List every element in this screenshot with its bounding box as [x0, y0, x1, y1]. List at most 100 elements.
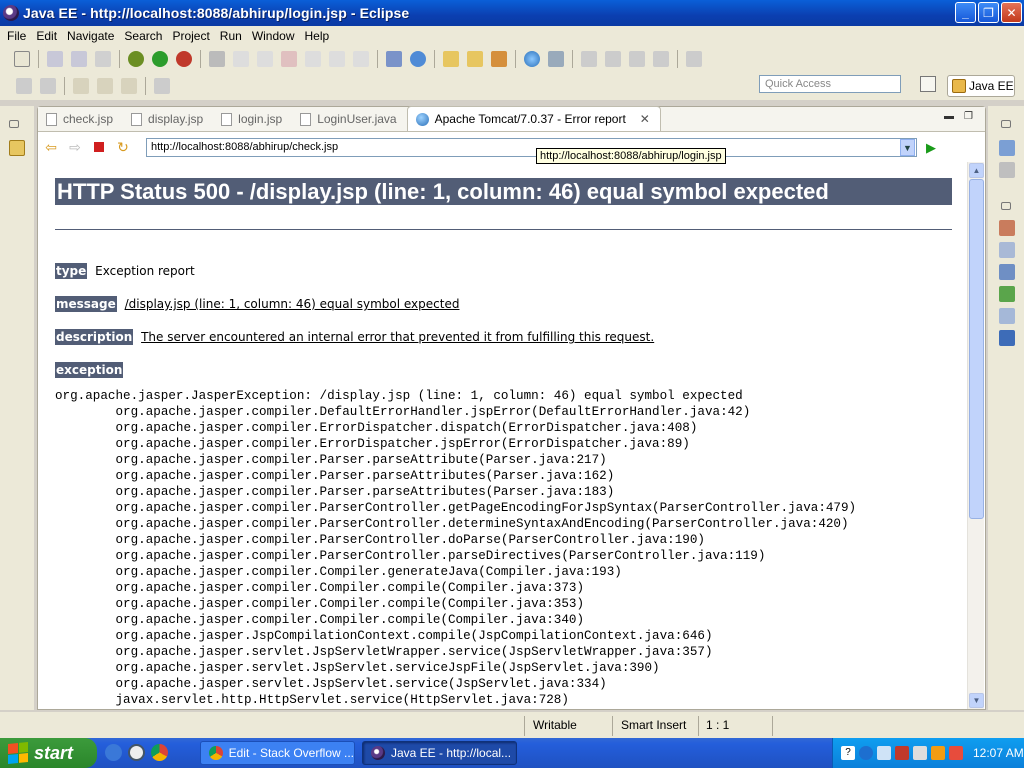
search-icon[interactable]	[548, 50, 564, 67]
chrome-icon[interactable]	[151, 744, 168, 761]
message-value: /display.jsp (line: 1, column: 46) equal…	[124, 297, 460, 311]
media-player-icon[interactable]	[128, 744, 145, 761]
task-list-icon[interactable]	[999, 162, 1015, 178]
help-icon[interactable]: ?	[841, 746, 855, 760]
menu-help[interactable]: Help	[300, 29, 335, 43]
start-button[interactable]: start	[0, 738, 97, 768]
forward-arrow-icon[interactable]: ⇨	[67, 139, 83, 155]
new-class-icon[interactable]	[410, 50, 426, 67]
open-type-icon[interactable]	[467, 50, 483, 67]
menu-file[interactable]: File	[2, 29, 31, 43]
outline-icon[interactable]	[999, 140, 1015, 156]
resume-icon[interactable]	[233, 50, 249, 67]
toolbar-separator	[515, 49, 516, 68]
tab-loginuser-java[interactable]: LoginUser.java	[292, 107, 406, 131]
tab-check-jsp[interactable]: check.jsp	[38, 107, 123, 131]
vertical-scrollbar[interactable]: ▲ ▼	[967, 162, 984, 709]
volume-icon[interactable]	[913, 746, 927, 760]
terminate-icon[interactable]	[281, 50, 297, 67]
run-icon[interactable]	[152, 50, 168, 67]
step-return-icon[interactable]	[353, 50, 369, 67]
open-folder-icon[interactable]	[443, 50, 459, 67]
explorer-icon[interactable]	[105, 744, 122, 761]
data-source-icon[interactable]	[999, 286, 1015, 302]
tray-expand-icon[interactable]	[859, 746, 873, 760]
menu-window[interactable]: Window	[247, 29, 300, 43]
save-all-icon[interactable]	[71, 50, 87, 67]
task-stack-overflow[interactable]: Edit - Stack Overflow ...	[200, 741, 355, 765]
scroll-down-icon[interactable]: ▼	[969, 693, 984, 708]
markers-icon[interactable]	[999, 220, 1015, 236]
minimize-view-icon[interactable]: ▬	[944, 111, 954, 122]
project-explorer-icon[interactable]	[9, 140, 25, 156]
console-icon[interactable]	[999, 330, 1015, 346]
next-edit-icon[interactable]	[40, 78, 56, 94]
skip-breakpoints-icon[interactable]	[209, 50, 225, 67]
left-trim-stack	[0, 106, 34, 710]
forward-icon[interactable]	[653, 50, 669, 67]
window-title-bar[interactable]: Java EE - http://localhost:8088/abhirup/…	[0, 0, 1024, 26]
menu-edit[interactable]: Edit	[31, 29, 62, 43]
suspend-icon[interactable]	[257, 50, 273, 67]
scroll-up-icon[interactable]: ▲	[969, 163, 984, 178]
servers-icon[interactable]	[999, 264, 1015, 280]
update-icon[interactable]	[949, 746, 963, 760]
external-tools-icon[interactable]	[176, 50, 192, 67]
menu-search[interactable]: Search	[119, 29, 167, 43]
web-browser-icon	[415, 112, 429, 126]
globe-icon[interactable]	[524, 50, 540, 67]
quick-access-input[interactable]: Quick Access	[759, 75, 901, 93]
minimize-button[interactable]: _	[955, 2, 976, 23]
toolbar-separator	[572, 49, 573, 68]
open-perspective-icon[interactable]	[920, 76, 936, 92]
restore-icon[interactable]	[9, 120, 19, 128]
menu-navigate[interactable]: Navigate	[62, 29, 119, 43]
security-icon[interactable]	[895, 746, 909, 760]
last-edit-icon[interactable]	[16, 78, 32, 94]
close-tab-icon[interactable]: ✕	[640, 112, 650, 126]
tab-login-jsp[interactable]: login.jsp	[213, 107, 292, 131]
save-icon[interactable]	[47, 50, 63, 67]
pin-icon[interactable]	[686, 50, 702, 67]
nav-next-icon[interactable]	[121, 78, 137, 94]
url-input[interactable]: http://localhost:8088/abhirup/check.jsp	[146, 138, 917, 157]
toolbar-separator	[677, 49, 678, 68]
print-icon[interactable]	[95, 50, 111, 67]
pin-editor-icon[interactable]	[154, 78, 170, 94]
menu-project[interactable]: Project	[167, 29, 214, 43]
stop-icon[interactable]	[91, 139, 107, 155]
debug-icon[interactable]	[128, 50, 144, 67]
scroll-thumb[interactable]	[969, 179, 984, 519]
back-arrow-icon[interactable]: ⇦	[43, 139, 59, 155]
tab-label: display.jsp	[148, 112, 204, 126]
next-annotation-icon[interactable]	[605, 50, 621, 67]
new-server-icon[interactable]	[386, 50, 402, 67]
go-icon[interactable]: ▶	[926, 140, 936, 156]
close-button[interactable]: ✕	[1001, 2, 1022, 23]
tab-error-report[interactable]: Apache Tomcat/7.0.37 - Error report ✕	[406, 106, 661, 131]
maximize-view-icon[interactable]: ❐	[964, 111, 973, 122]
menu-run[interactable]: Run	[215, 29, 247, 43]
tab-display-jsp[interactable]: display.jsp	[123, 107, 213, 131]
snippets-icon[interactable]	[999, 308, 1015, 324]
maximize-button[interactable]: ❐	[978, 2, 999, 23]
windows-logo-icon	[8, 741, 28, 765]
restore-icon[interactable]	[1001, 120, 1011, 128]
url-history-dropdown[interactable]: ▼	[900, 139, 915, 156]
new-icon[interactable]	[14, 50, 30, 67]
refresh-icon[interactable]: ↻	[115, 139, 131, 155]
restore-icon[interactable]	[1001, 202, 1011, 210]
edit-icon[interactable]	[491, 50, 507, 67]
properties-icon[interactable]	[999, 242, 1015, 258]
perspective-java-ee-button[interactable]: Java EE	[947, 75, 1015, 97]
back-icon[interactable]	[629, 50, 645, 67]
network-icon[interactable]	[877, 746, 891, 760]
task-eclipse[interactable]: Java EE - http://local...	[362, 741, 517, 765]
message-label: message	[55, 296, 117, 312]
annotation-icon[interactable]	[581, 50, 597, 67]
step-into-icon[interactable]	[305, 50, 321, 67]
nav-back-icon[interactable]	[73, 78, 89, 94]
nav-forward-icon[interactable]	[97, 78, 113, 94]
step-over-icon[interactable]	[329, 50, 345, 67]
antivirus-icon[interactable]	[931, 746, 945, 760]
